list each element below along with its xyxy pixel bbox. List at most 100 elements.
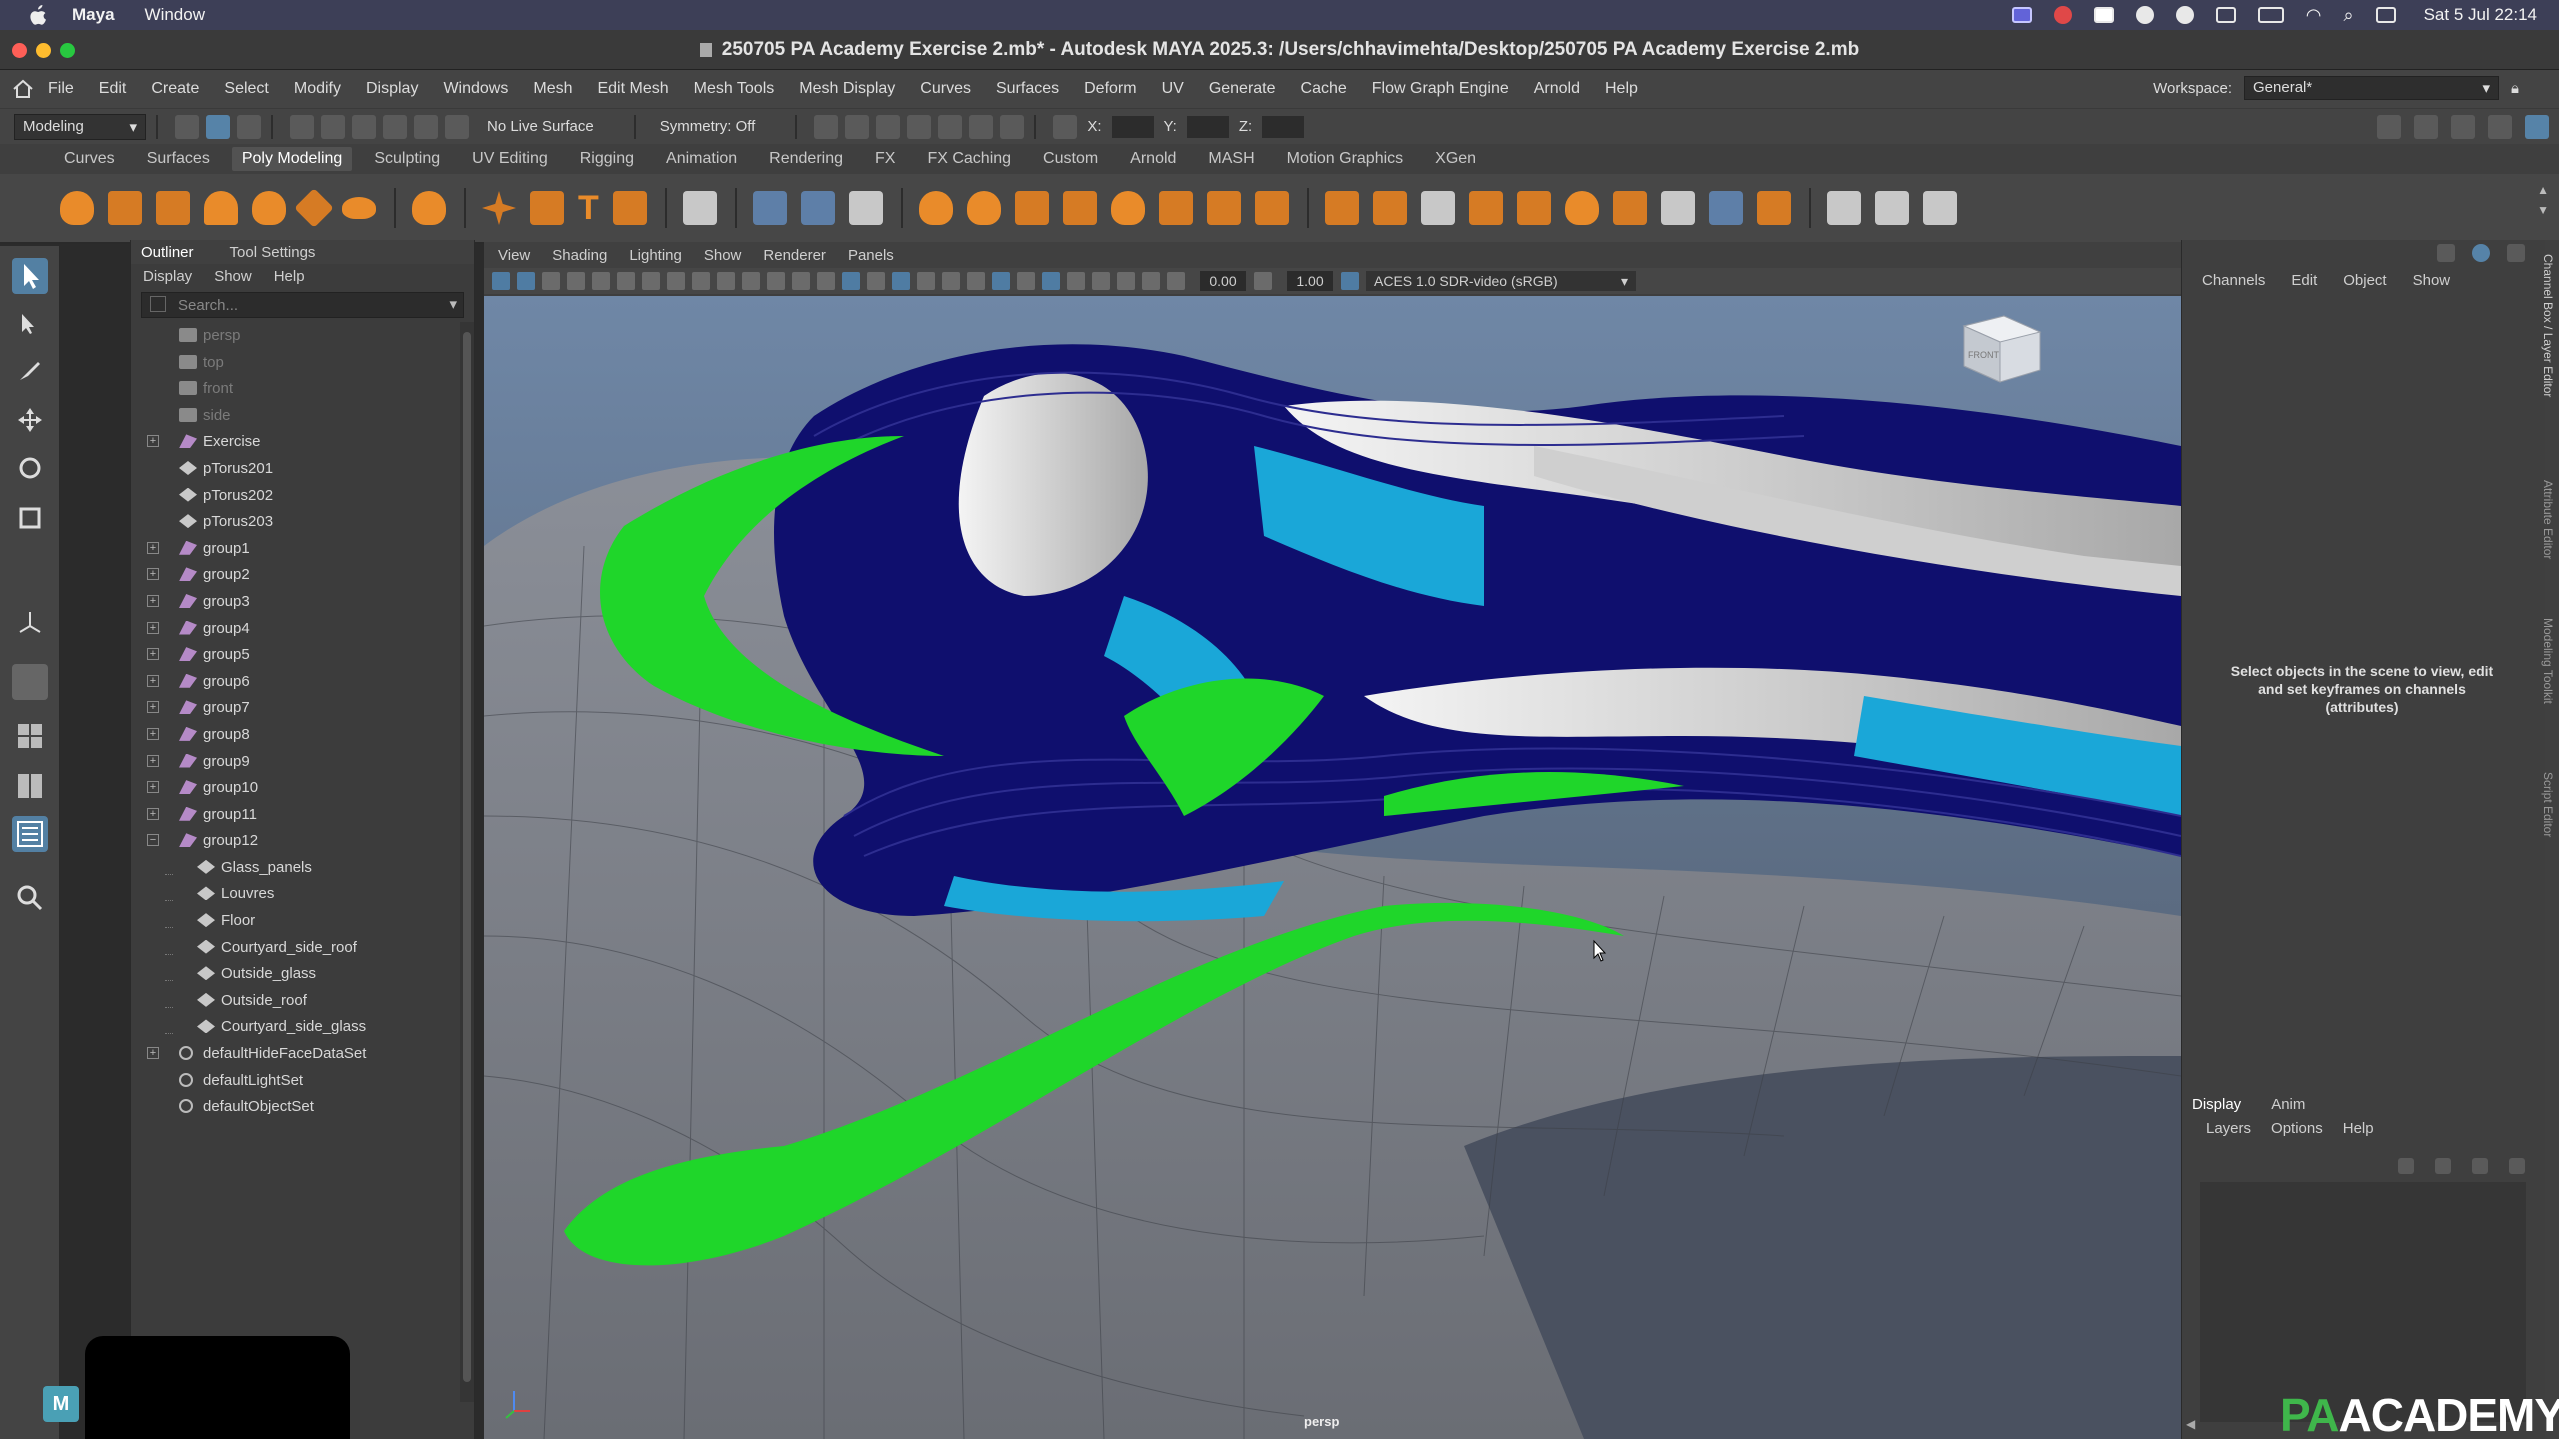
zoom-window-button[interactable] (60, 43, 75, 58)
vp-menu-panels[interactable]: Panels (848, 247, 894, 264)
search-icon[interactable] (12, 880, 48, 916)
outliner-menu-display[interactable]: Display (143, 268, 192, 285)
sweep-mesh-icon[interactable] (530, 191, 564, 225)
scrollbar-thumb[interactable] (463, 332, 471, 1382)
last-tool-icon[interactable] (12, 604, 48, 640)
outliner-item[interactable]: Courtyard_side_glass (131, 1013, 461, 1040)
vp-menu-shading[interactable]: Shading (552, 247, 607, 264)
camera-select-icon[interactable] (492, 272, 510, 290)
manipulator-icon[interactable] (2437, 244, 2455, 262)
menu-help[interactable]: Help (1605, 80, 1638, 98)
field-chart-icon[interactable] (742, 272, 760, 290)
chevron-down-icon[interactable]: ▾ (449, 295, 457, 313)
menu-create[interactable]: Create (151, 80, 199, 98)
outliner-search-input[interactable]: Search... ▾ (141, 292, 464, 318)
outliner-item[interactable]: Louvres (131, 880, 461, 907)
shelf-tab-uv-editing[interactable]: UV Editing (472, 150, 548, 168)
outliner-item[interactable]: Outside_glass (131, 960, 461, 987)
exposure-icon[interactable] (1167, 272, 1185, 290)
relative-transform-icon[interactable] (1053, 114, 1078, 139)
outliner-item[interactable]: Courtyard_side_roof (131, 934, 461, 961)
shelf-tab-poly-modeling[interactable]: Poly Modeling (231, 147, 353, 171)
workspace-dropdown[interactable]: General* ▾ (2244, 76, 2500, 100)
sets-icon[interactable] (682, 191, 717, 225)
soft-select-icon[interactable] (12, 664, 48, 700)
paint-select-tool-icon[interactable] (12, 352, 48, 388)
outliner-item[interactable]: + group4 (131, 615, 461, 642)
snap-point-icon[interactable] (352, 114, 376, 139)
expand-icon[interactable]: + (147, 648, 159, 661)
menu-mesh-tools[interactable]: Mesh Tools (694, 80, 775, 98)
poly-torus-icon[interactable] (252, 191, 286, 225)
delete-edge-icon[interactable] (1708, 191, 1743, 225)
snap-grid-icon[interactable] (290, 114, 314, 139)
shelf-tab-xgen[interactable]: XGen (1435, 150, 1476, 168)
vp-menu-lighting[interactable]: Lighting (629, 247, 682, 264)
close-window-button[interactable] (12, 43, 27, 58)
cb-menu-object[interactable]: Object (2343, 272, 2386, 289)
screen-share-icon[interactable] (2011, 7, 2032, 23)
filter-icon[interactable] (150, 296, 166, 312)
collapse-icon[interactable] (1612, 191, 1647, 225)
sidebar-toggle-icon[interactable] (2414, 115, 2438, 139)
poly-disc-icon[interactable] (342, 197, 376, 219)
offset-edge-loop-icon[interactable] (1516, 191, 1551, 225)
vp-menu-renderer[interactable]: Renderer (763, 247, 826, 264)
outliner-item[interactable]: − group12 (131, 827, 461, 854)
snap-curve-icon[interactable] (321, 114, 345, 139)
new-layer-selected-icon[interactable] (2509, 1158, 2525, 1174)
select-component-icon[interactable] (237, 114, 261, 139)
sidebar-toggle-icon[interactable] (2488, 115, 2512, 139)
separate-icon[interactable] (800, 191, 835, 225)
outliner-item[interactable]: + defaultHideFaceDataSet (131, 1040, 461, 1067)
arnold-render-view-icon[interactable] (969, 114, 994, 139)
anti-aliasing-icon[interactable] (1042, 272, 1060, 290)
expand-icon[interactable]: + (147, 594, 159, 607)
exposure-field[interactable]: 0.00 (1200, 271, 1246, 291)
menu-edit-mesh[interactable]: Edit Mesh (597, 80, 668, 98)
menu-mesh[interactable]: Mesh (533, 80, 572, 98)
outliner-item[interactable]: + group1 (131, 535, 461, 562)
outliner-item[interactable]: + group10 (131, 774, 461, 801)
use-all-lights-icon[interactable] (942, 272, 960, 290)
shelf-tab-rendering[interactable]: Rendering (769, 150, 843, 168)
menu-generate[interactable]: Generate (1209, 80, 1276, 98)
cb-menu-channels[interactable]: Channels (2202, 272, 2265, 289)
expand-icon[interactable]: + (147, 541, 159, 554)
outliner-item[interactable]: defaultLightSet (131, 1067, 461, 1094)
tab-display[interactable]: Display (2192, 1096, 2241, 1113)
target-weld-icon[interactable] (1420, 191, 1455, 225)
expand-icon[interactable]: + (147, 568, 159, 581)
quad-draw-icon[interactable] (1922, 191, 1957, 225)
shadows-icon[interactable] (967, 272, 985, 290)
outliner-item[interactable]: + group9 (131, 748, 461, 775)
bevel-icon[interactable] (1110, 191, 1145, 225)
textured-icon[interactable] (917, 272, 935, 290)
expand-icon[interactable]: + (147, 754, 159, 767)
channel-box-toggle-icon[interactable] (2525, 115, 2549, 139)
outliner-item[interactable]: + group6 (131, 668, 461, 695)
layout-four-pane-icon[interactable] (12, 718, 48, 754)
color-management-icon[interactable] (1341, 272, 1359, 290)
circularize-icon[interactable] (1564, 191, 1599, 225)
lasso-tool-icon[interactable] (12, 306, 48, 342)
outliner-item[interactable]: top (131, 349, 461, 376)
select-hierarchy-icon[interactable] (175, 114, 199, 139)
menu-display[interactable]: Display (366, 80, 418, 98)
poly-cylinder-icon[interactable] (156, 191, 190, 225)
ipr-render-icon[interactable] (876, 114, 901, 139)
bookmark-icon[interactable] (542, 272, 560, 290)
cb-menu-show[interactable]: Show (2413, 272, 2451, 289)
battery-icon[interactable] (2257, 7, 2284, 23)
layer-list[interactable] (2200, 1182, 2526, 1422)
shelf-tab-mash[interactable]: MASH (1208, 150, 1254, 168)
scale-tool-icon[interactable] (12, 500, 48, 536)
collapse-icon[interactable]: − (147, 834, 159, 847)
poly-cube-icon[interactable] (108, 191, 142, 225)
side-tab-channel-box[interactable]: Channel Box / Layer Editor (2541, 254, 2555, 397)
type-icon[interactable]: T (578, 189, 599, 228)
shelf-tab-motion-graphics[interactable]: Motion Graphics (1287, 150, 1404, 168)
outliner-item[interactable]: Floor (131, 907, 461, 934)
outliner-item[interactable]: front (131, 375, 461, 402)
menu-bar-clock[interactable]: Sat 5 Jul 22:14 (2424, 5, 2537, 25)
